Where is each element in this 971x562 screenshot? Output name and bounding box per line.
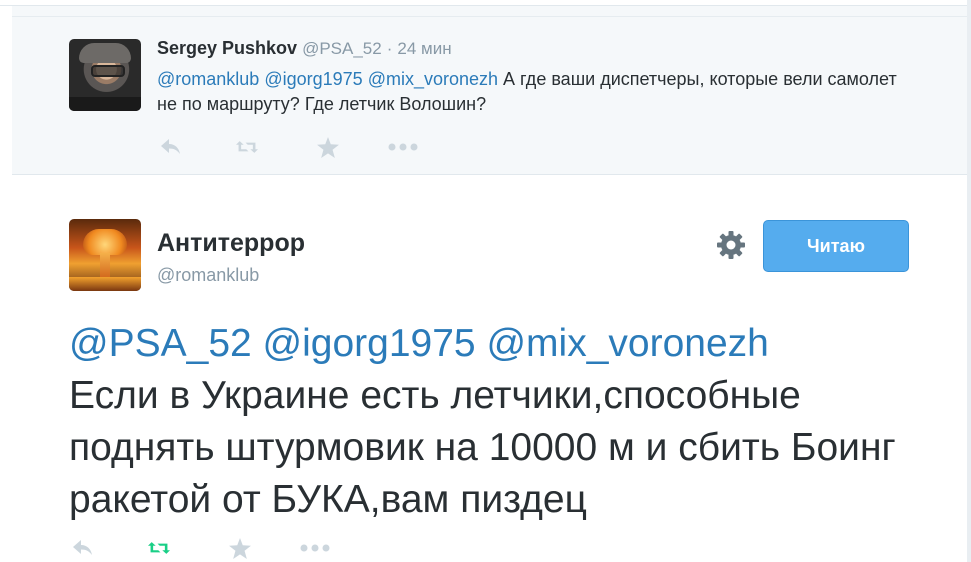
mention-link[interactable]: @PSA_52 [69, 322, 252, 365]
reply-author-name[interactable]: Sergey Pushkov [157, 38, 297, 58]
avatar-sergey-pushkov[interactable] [69, 39, 141, 111]
gear-icon[interactable] [716, 230, 746, 260]
reply-timestamp[interactable]: 24 мин [397, 39, 451, 58]
main-author-handle[interactable]: @romanklub [157, 265, 259, 286]
star-icon[interactable] [317, 136, 339, 158]
reply-tweet-actions [160, 136, 418, 158]
mention-link[interactable]: @igorg1975 [263, 322, 476, 365]
avatar-hair [79, 43, 131, 63]
main-author-name[interactable]: Антитеррор [157, 229, 305, 258]
avatar-shirt [69, 97, 141, 111]
reply-icon[interactable] [72, 537, 94, 559]
avatar-cloud-stem [100, 253, 110, 277]
more-icon[interactable] [388, 136, 418, 158]
avatar-antiterror[interactable] [69, 219, 141, 291]
reply-icon[interactable] [160, 136, 182, 158]
retweet-icon[interactable] [236, 136, 258, 158]
main-tweet-text: @PSA_52 @igorg1975 @mix_voronezh Если в … [69, 318, 949, 526]
reply-author-handle[interactable]: @PSA_52 [302, 39, 382, 58]
reply-tweet-text: @romanklub @igorg1975 @mix_voronezh А гд… [157, 67, 897, 117]
avatar-ground [69, 277, 141, 291]
divider [12, 16, 967, 17]
mention-link[interactable]: @romanklub [157, 69, 259, 89]
mention-link[interactable]: @igorg1975 [264, 69, 362, 89]
mention-link[interactable]: @mix_voronezh [368, 69, 498, 89]
reply-tweet-header: Sergey Pushkov @PSA_52 · 24 мин [157, 38, 452, 59]
follow-button[interactable]: Читаю [763, 220, 909, 272]
more-icon[interactable] [300, 537, 330, 559]
avatar-glasses [91, 65, 125, 77]
retweet-icon[interactable] [148, 537, 170, 559]
mention-link[interactable]: @mix_voronezh [486, 322, 768, 365]
scrollbar-track[interactable] [967, 0, 971, 562]
main-tweet-actions [72, 537, 330, 559]
avatar-mushroom-cloud [83, 229, 127, 255]
reply-separator: · [386, 39, 393, 58]
main-tweet-body: Если в Украине есть летчики,способные по… [69, 374, 896, 521]
star-icon[interactable] [229, 537, 251, 559]
